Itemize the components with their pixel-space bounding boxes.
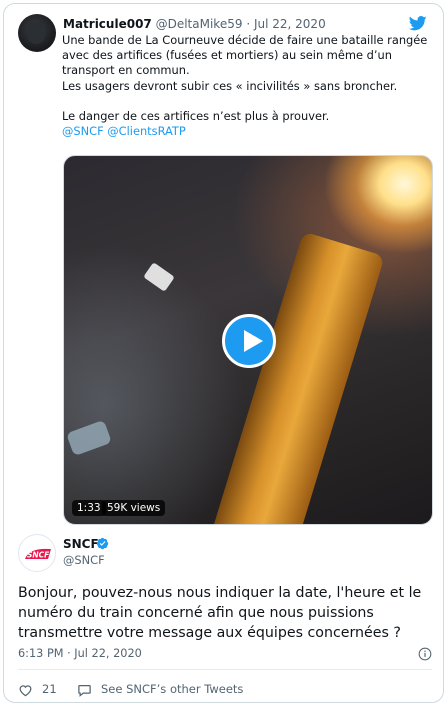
reply-bubble-icon[interactable] (77, 683, 92, 697)
divider (18, 669, 432, 670)
quoted-tweet-header: Matricule007 @DeltaMike59 · Jul 22, 2020 (63, 16, 326, 32)
quoted-tweet-date[interactable]: Jul 22, 2020 (254, 17, 326, 31)
reply-author-handle[interactable]: @SNCF (63, 553, 105, 568)
see-other-tweets-link[interactable]: See SNCF’s other Tweets (101, 682, 243, 697)
video-duration: 1:33 (72, 500, 106, 516)
quoted-author-avatar[interactable] (18, 14, 56, 52)
reply-timestamp[interactable]: 6:13 PM · Jul 22, 2020 (18, 647, 142, 661)
quoted-paragraph-2: Les usagers devront subir ces « incivili… (62, 78, 398, 93)
info-icon[interactable] (418, 647, 432, 661)
svg-text:SNCF: SNCF (27, 551, 50, 560)
reply-tweet-text: Bonjour, pouvez-nous nous indiquer la da… (18, 585, 422, 641)
video-frame-firework (198, 231, 385, 524)
heart-icon[interactable] (18, 683, 33, 697)
quoted-paragraph-1: Une bande de La Courneuve décide de fair… (62, 33, 428, 78)
video-frame-light (66, 419, 112, 457)
quoted-tweet-text: Une bande de La Courneuve décide de fair… (62, 33, 436, 139)
reply-author-name[interactable]: SNCF (63, 536, 99, 552)
header-separator: · (246, 17, 251, 31)
play-icon[interactable] (222, 314, 276, 368)
verified-badge-icon (96, 537, 109, 550)
sncf-logo: SNCF (25, 548, 51, 560)
tweet-embed-card: Matricule007 @DeltaMike59 · Jul 22, 2020… (3, 3, 444, 703)
quoted-paragraph-3: Le danger de ces artifices n’est plus à … (62, 108, 330, 123)
like-count[interactable]: 21 (42, 682, 57, 697)
video-player[interactable]: 1:33 59K views (63, 155, 433, 525)
quoted-author-name[interactable]: Matricule007 (63, 17, 152, 31)
video-views: 59K views (102, 500, 166, 516)
twitter-bird-icon[interactable] (409, 16, 427, 31)
quoted-mentions[interactable]: @SNCF @ClientsRATP (62, 124, 436, 139)
sncf-avatar[interactable]: SNCF (18, 534, 56, 572)
quoted-author-handle[interactable]: @DeltaMike59 (156, 17, 243, 31)
video-frame-light (143, 262, 175, 292)
